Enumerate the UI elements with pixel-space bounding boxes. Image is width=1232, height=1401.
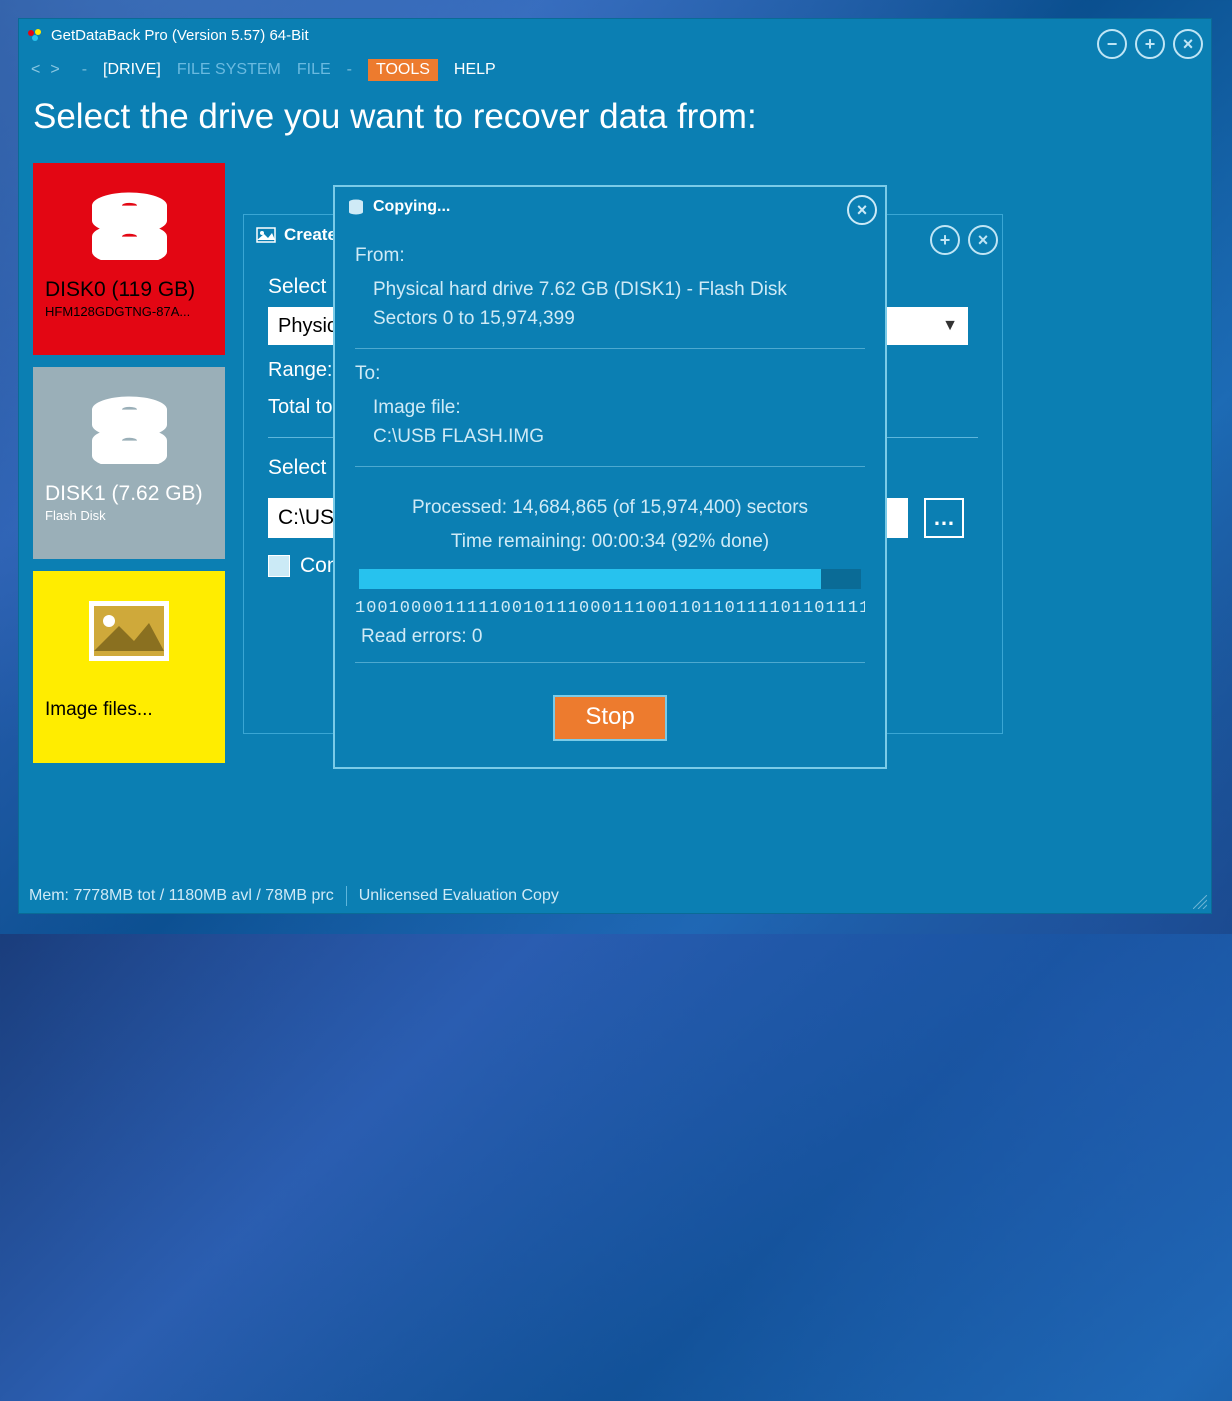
resize-grip-icon[interactable] xyxy=(1193,895,1207,909)
stop-button[interactable]: Stop xyxy=(553,695,667,741)
copying-dialog: Copying... × From: Physical hard drive 7… xyxy=(333,185,887,769)
create-dialog-title: Create xyxy=(284,225,337,245)
statusbar: Mem: 7778MB tot / 1180MB avl / 78MB prc … xyxy=(19,879,1211,913)
disk-icon xyxy=(82,185,177,260)
create-dialog-controls: + × xyxy=(930,225,998,255)
create-dialog-close[interactable]: × xyxy=(968,225,998,255)
app-title: GetDataBack Pro (Version 5.57) 64-Bit xyxy=(51,27,309,44)
license-status: Unlicensed Evaluation Copy xyxy=(359,887,559,905)
app-icon xyxy=(27,27,43,43)
titlebar[interactable]: GetDataBack Pro (Version 5.57) 64-Bit xyxy=(19,19,1211,51)
progress-fill xyxy=(359,569,821,589)
bitstream-text: 1001000011111001011100011100110110111101… xyxy=(355,599,865,618)
maximize-button[interactable]: + xyxy=(1135,29,1165,59)
drive-label: DISK1 (7.62 GB) xyxy=(45,482,213,506)
chevron-down-icon: ▼ xyxy=(942,317,958,335)
create-dialog-maximize[interactable]: + xyxy=(930,225,960,255)
menu-drive[interactable]: [DRIVE] xyxy=(103,61,161,79)
time-remaining-text: Time remaining: 00:00:34 (92% done) xyxy=(355,525,865,559)
divider xyxy=(355,466,865,467)
processed-text: Processed: 14,684,865 (of 15,974,400) se… xyxy=(355,491,865,525)
copying-close-button[interactable]: × xyxy=(847,195,877,225)
menu-separator: - xyxy=(347,61,352,79)
from-label: From: xyxy=(355,245,865,267)
copying-dialog-title: Copying... xyxy=(373,198,450,216)
window-controls: − + × xyxy=(1097,29,1203,59)
menu-tools[interactable]: TOOLS xyxy=(368,59,438,81)
from-value: Physical hard drive 7.62 GB (DISK1) - Fl… xyxy=(373,275,865,334)
divider xyxy=(355,348,865,349)
nav-back[interactable]: < xyxy=(31,61,40,79)
picture-icon xyxy=(89,601,169,661)
disk-icon xyxy=(82,389,177,464)
drive-tile-image-files[interactable]: Image files... xyxy=(33,571,225,763)
drive-tile-disk0[interactable]: DISK0 (119 GB) HFM128GDGTNG-87A... xyxy=(33,163,225,355)
minimize-button[interactable]: − xyxy=(1097,29,1127,59)
drive-tile-disk1[interactable]: DISK1 (7.62 GB) Flash Disk xyxy=(33,367,225,559)
browse-button[interactable]: … xyxy=(924,498,964,538)
progress-bar xyxy=(359,569,861,589)
menu-help[interactable]: HELP xyxy=(454,61,496,79)
image-icon xyxy=(256,225,276,245)
drive-tiles-column: DISK0 (119 GB) HFM128GDGTNG-87A... DISK1… xyxy=(33,163,225,775)
page-headline: Select the drive you want to recover dat… xyxy=(19,89,1211,155)
divider xyxy=(355,662,865,663)
main-window: GetDataBack Pro (Version 5.57) 64-Bit − … xyxy=(18,18,1212,914)
menubar: < > - [DRIVE] FILE SYSTEM FILE - TOOLS H… xyxy=(19,51,1211,89)
compress-checkbox[interactable] xyxy=(268,555,290,577)
drive-sublabel: HFM128GDGTNG-87A... xyxy=(45,304,213,319)
drive-label: DISK0 (119 GB) xyxy=(45,278,213,302)
to-value: Image file: C:\USB FLASH.IMG xyxy=(373,393,865,452)
to-label: To: xyxy=(355,363,865,385)
menu-file[interactable]: FILE xyxy=(297,61,331,79)
read-errors-text: Read errors: 0 xyxy=(361,626,865,648)
menu-filesystem[interactable]: FILE SYSTEM xyxy=(177,61,281,79)
drive-label: Image files... xyxy=(45,699,213,721)
nav-forward[interactable]: > xyxy=(50,61,59,79)
menu-separator: - xyxy=(82,61,87,79)
close-button[interactable]: × xyxy=(1173,29,1203,59)
database-icon xyxy=(347,198,365,216)
drive-sublabel: Flash Disk xyxy=(45,508,213,523)
mem-status: Mem: 7778MB tot / 1180MB avl / 78MB prc xyxy=(29,887,334,905)
